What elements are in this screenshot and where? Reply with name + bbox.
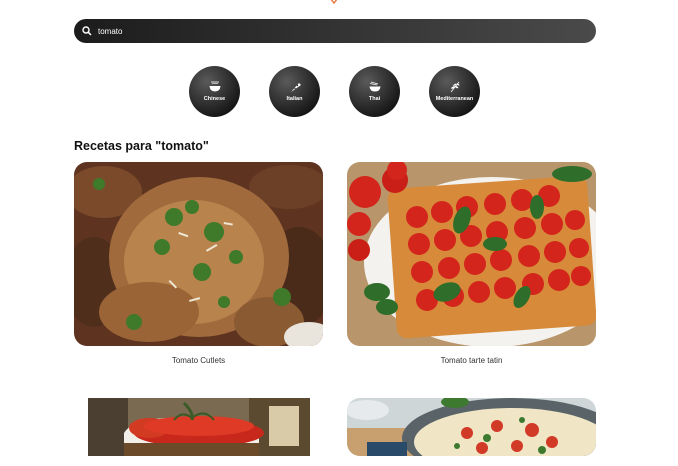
category-chinese[interactable]: Chinese: [189, 66, 240, 117]
olive-branch-icon: [450, 81, 459, 93]
noodle-bowl-icon: [369, 81, 380, 92]
recipe-image: [347, 162, 596, 346]
search-bar[interactable]: [74, 19, 596, 43]
category-label: Italian: [286, 96, 303, 102]
recipe-card-tomato-cutlets[interactable]: Tomato Cutlets: [74, 162, 323, 365]
category-mediterranean[interactable]: Mediterranean: [429, 66, 480, 117]
recipe-image: [347, 398, 596, 456]
logo-icon: [330, 0, 338, 4]
results-title: Recetas para "tomato": [74, 139, 209, 153]
pizza-slice-icon: [290, 83, 301, 92]
category-thai[interactable]: Thai: [349, 66, 400, 117]
search-input[interactable]: [98, 26, 538, 36]
search-icon: [82, 26, 92, 36]
recipe-title: Tomato Cutlets: [171, 356, 226, 365]
category-label: Thai: [368, 96, 381, 102]
recipe-title: Tomato tarte tatin: [440, 356, 503, 365]
recipe-image: [74, 162, 323, 346]
category-label: Chinese: [203, 96, 226, 102]
bowl-icon: [209, 81, 220, 92]
category-italian[interactable]: Italian: [269, 66, 320, 117]
category-label: Mediterranean: [435, 96, 474, 102]
recipe-image: [74, 398, 323, 456]
recipe-card-tomato-tarte-tatin[interactable]: Tomato tarte tatin: [347, 162, 596, 365]
category-list: Chinese Italian Thai Mediterranean: [189, 66, 480, 117]
